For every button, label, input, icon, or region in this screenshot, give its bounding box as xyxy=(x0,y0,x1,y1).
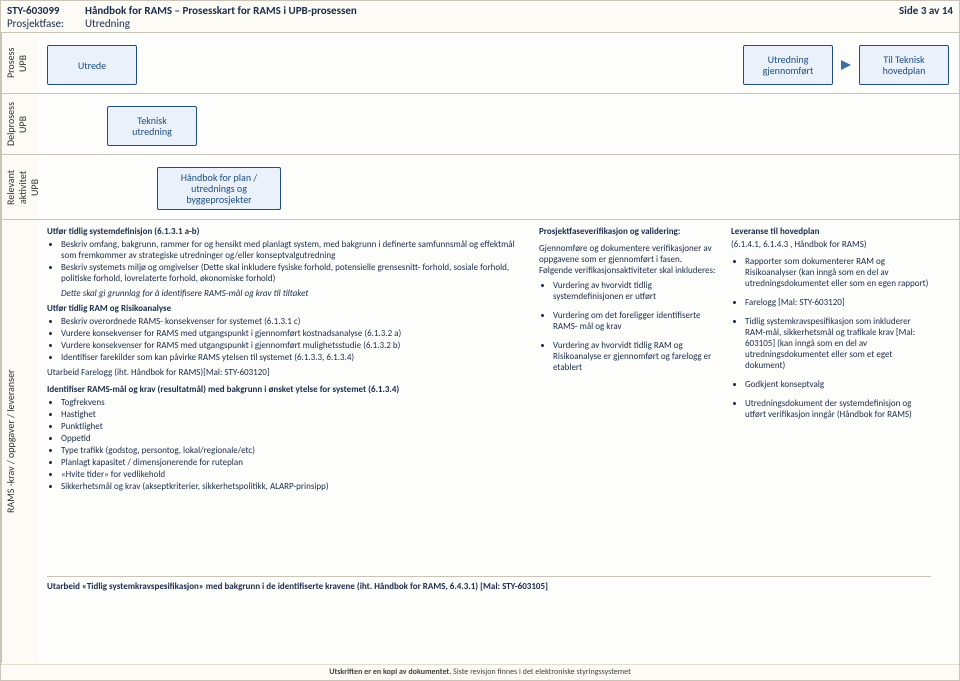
box-teknisk-utredning: Tekniskutredning xyxy=(107,106,197,146)
li: Vurdering av hvorvidt tidlig systemdefin… xyxy=(553,280,719,302)
li: Sikkerhetsmål og krav (akseptkriterier, … xyxy=(61,481,527,492)
lane-aktivitet: Relevantaktivitet UPB Håndbok for plan /… xyxy=(1,155,959,220)
page: STY-603099 Prosjektfase: Håndbok for RAM… xyxy=(0,0,960,681)
li: «Hvite tider» for vedlikehold xyxy=(61,469,527,480)
li: Farelogg [Mal: STY-603120] xyxy=(745,297,931,308)
rams-col-verification: Prosjektfaseverifikasjon og validering: … xyxy=(539,226,719,562)
lane-label-aktivitet: Relevantaktivitet UPB xyxy=(1,155,37,219)
box-utredning-gjennomfort: Utredninggjennomført xyxy=(743,45,833,85)
h-leveranse-ref: (6.1.4.1, 6.1.4.3 , Håndbok for RAMS) xyxy=(731,239,931,250)
li: Beskriv omfang, bakgrunn, rammer for og … xyxy=(61,239,527,261)
rams-col-deliverables: Leveranse til hovedplan (6.1.4.1, 6.1.4.… xyxy=(731,226,931,562)
h-verif: Prosjektfaseverifikasjon og validering: xyxy=(539,226,719,237)
li: Togfrekvens xyxy=(61,397,527,408)
arrow-icon xyxy=(841,60,851,70)
li: Rapporter som dokumenterer RAM og Risiko… xyxy=(745,256,931,289)
page-header: STY-603099 Prosjektfase: Håndbok for RAM… xyxy=(1,1,959,33)
li: Utredningsdokument der systemdefinisjon … xyxy=(745,398,931,420)
li: Punktlighet xyxy=(61,421,527,432)
lane-label-prosess: ProsessUPB xyxy=(1,33,37,93)
lane-label-delprosess: DelprosessUPB xyxy=(1,94,37,154)
li: Hastighet xyxy=(61,409,527,420)
lane-rams: RAMS -krav / oppgaver / leveranser Utfør… xyxy=(1,220,959,663)
note-grunnlag: Dette skal gi grunnlag for å identifiser… xyxy=(61,288,527,299)
footer-rest: Siste revisjon finnes i det elektroniske… xyxy=(451,667,630,677)
h-leveranse: Leveranse til hovedplan xyxy=(731,226,931,237)
li: Type trafikk (godstog, persontog, lokal/… xyxy=(61,445,527,456)
phase-value: Utredning xyxy=(85,17,863,30)
verif-p2: Følgende verifikasjonsaktiviteter skal i… xyxy=(539,265,719,276)
h-farelogg: Utarbeid Farelogg (iht. Håndbok for RAMS… xyxy=(47,367,527,378)
h-systemdef: Utfør tidlig systemdefinisjon (6.1.3.1 a… xyxy=(47,226,527,237)
li: Vurdering om det foreligger identifisert… xyxy=(553,310,719,332)
li: Beskriv overordnede RAMS- konsekvenser f… xyxy=(61,316,527,327)
footer-bold: Utskriften er en kopi av dokumentet. xyxy=(329,667,451,677)
li: Godkjent konseptvalg xyxy=(745,379,931,390)
doc-id: STY-603099 xyxy=(7,4,85,17)
box-handbok: Håndbok for plan /utrednings ogbyggepros… xyxy=(157,167,281,210)
h-risiko: Utfør tidlig RAM og Risikoanalyse xyxy=(47,303,527,314)
li: Vurdere konsekvenser for RAMS med utgang… xyxy=(61,328,527,339)
verif-p1: Gjennomføre og dokumentere verifikasjone… xyxy=(539,243,719,265)
box-utrede: Utrede xyxy=(47,45,137,85)
li: Tidlig systemkravspesifikasjon som inklu… xyxy=(745,316,931,371)
li: Vurdering av hvorvidt tidlig RAM og Risi… xyxy=(553,340,719,373)
lane-prosess: ProsessUPB Utrede Utredninggjennomført T… xyxy=(1,33,959,94)
lane-label-rams: RAMS -krav / oppgaver / leveranser xyxy=(1,220,37,663)
li: Beskriv systemets miljø og omgivelser (D… xyxy=(61,262,527,284)
doc-title: Håndbok for RAMS – Prosesskart for RAMS … xyxy=(85,4,863,17)
rams-col-tasks: Utfør tidlig systemdefinisjon (6.1.3.1 a… xyxy=(47,226,527,562)
li: Oppetid xyxy=(61,433,527,444)
li: Planlagt kapasitet / dimensjonerende for… xyxy=(61,457,527,468)
final-task: Utarbeid «Tidlig systemkravspesifikasjon… xyxy=(47,576,931,658)
page-number: Side 3 av 14 xyxy=(863,4,953,17)
swimlanes: ProsessUPB Utrede Utredninggjennomført T… xyxy=(1,33,959,663)
page-footer: Utskriften er en kopi av dokumentet. Sis… xyxy=(1,664,959,680)
li: Identifiser farekilder som kan påvirke R… xyxy=(61,352,527,363)
li: Vurdere konsekvenser for RAMS med utgang… xyxy=(61,340,527,351)
lane-delprosess: DelprosessUPB Tekniskutredning xyxy=(1,94,959,155)
h-ramsmal: Identifiser RAMS-mål og krav (resultatmå… xyxy=(47,384,527,395)
box-til-teknisk-hovedplan: Til Tekniskhovedplan xyxy=(859,45,949,85)
phase-label: Prosjektfase: xyxy=(7,17,85,30)
